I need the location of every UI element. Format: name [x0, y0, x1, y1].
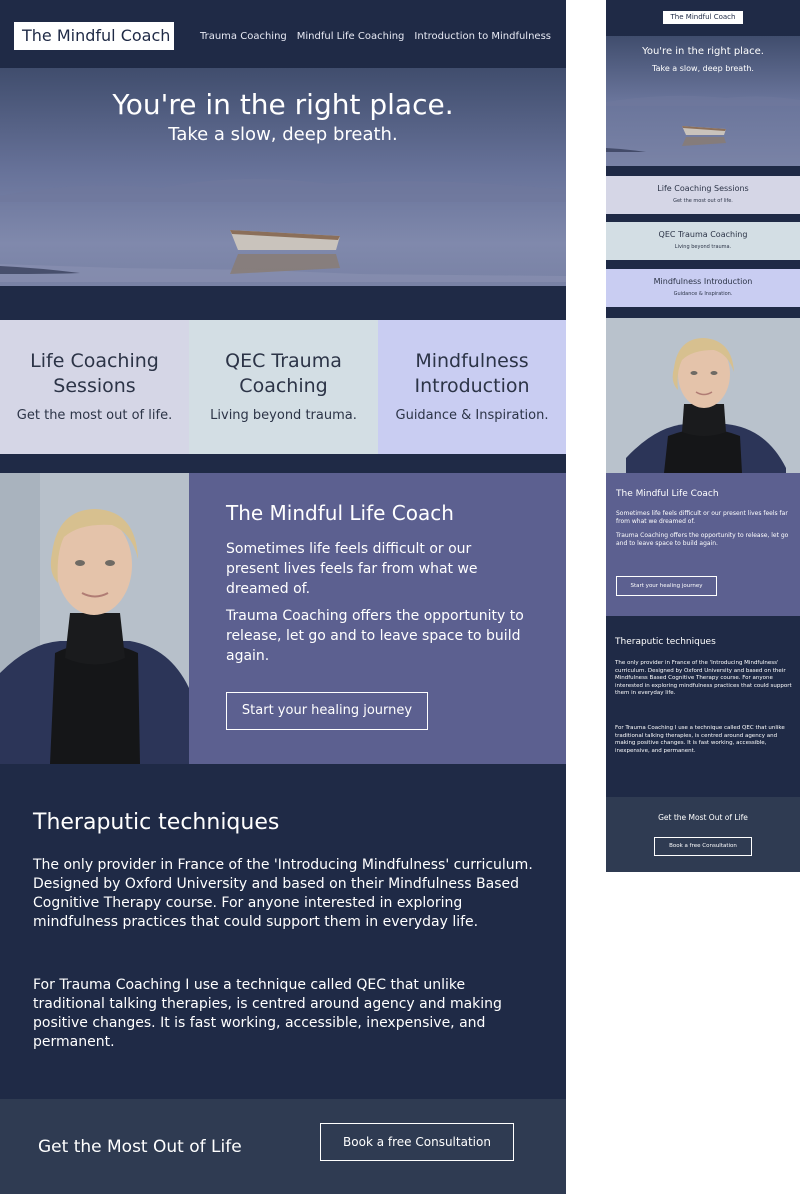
coach-portrait-mobile [606, 318, 800, 473]
service-card-subtitle: Living beyond trauma. [210, 408, 357, 423]
service-card-title: QEC Trauma Coaching [225, 350, 342, 397]
about-text: The Mindful Life Coach Sometimes life fe… [226, 501, 526, 673]
coach-portrait [0, 473, 189, 764]
about-paragraph-1: Sometimes life feels difficult or our pr… [226, 541, 478, 597]
about-paragraph-2: Trauma Coaching offers the opportunity t… [226, 608, 524, 664]
desktop-mockup: The Mindful Coach Trauma Coaching Mindful… [0, 0, 566, 1194]
service-card-qec-trauma[interactable]: QEC Trauma Coaching Living beyond trauma… [189, 320, 378, 454]
nav-links: Trauma Coaching Mindful Life Coaching Intr… [190, 31, 551, 42]
mobile-mockup: The Mindful Coach You're in the right pl… [606, 0, 800, 872]
service-card-mindfulness-mobile[interactable]: Mindfulness Introduction Guidance & Insp… [606, 269, 800, 307]
service-card-title: Mindfulness Introduction [414, 350, 530, 397]
about-heading-mobile: The Mindful Life Coach [616, 489, 719, 499]
service-card-mindfulness[interactable]: Mindfulness Introduction Guidance & Insp… [378, 320, 566, 454]
nav-link-trauma-coaching[interactable]: Trauma Coaching [200, 31, 287, 42]
service-card-subtitle: Get the most out of life. [673, 198, 733, 204]
services-row: Life Coaching Sessions Get the most out … [0, 320, 566, 454]
nav-link-mindful-life-coaching[interactable]: Mindful Life Coaching [297, 31, 405, 42]
cta-heading: Get the Most Out of Life [38, 1137, 242, 1157]
about-section-mobile: The Mindful Life Coach Sometimes life fe… [606, 473, 800, 616]
hero-subtitle-mobile: Take a slow, deep breath. [652, 64, 754, 73]
hero-section-mobile: You're in the right place. Take a slow, … [606, 36, 800, 166]
service-card-title: Life Coaching Sessions [30, 350, 159, 397]
nav-link-introduction-to-mindfulness[interactable]: Introduction to Mindfulness [414, 31, 551, 42]
start-healing-journey-button-mobile[interactable]: Start your healing journey [616, 576, 717, 596]
site-logo[interactable]: The Mindful Coach [14, 22, 174, 50]
techniques-section: Theraputic techniques The only provider … [0, 764, 566, 1099]
service-card-subtitle: Guidance & Inspiration. [395, 408, 549, 423]
about-section: The Mindful Life Coach Sometimes life fe… [0, 473, 566, 764]
hero-section: You're in the right place. Take a slow, … [0, 68, 566, 302]
techniques-paragraph-1: The only provider in France of the 'Intr… [33, 857, 533, 930]
service-card-life-coaching-mobile[interactable]: Life Coaching Sessions Get the most out … [606, 176, 800, 214]
techniques-paragraph-1-mobile: The only provider in France of the 'Intr… [615, 660, 792, 696]
book-consultation-button[interactable]: Book a free Consultation [320, 1123, 514, 1161]
techniques-section-mobile: Theraputic techniques The only provider … [606, 616, 800, 797]
techniques-heading-mobile: Theraputic techniques [615, 637, 716, 647]
top-navigation: The Mindful Coach Trauma Coaching Mindful… [0, 0, 566, 68]
hero-subtitle: Take a slow, deep breath. [168, 124, 398, 145]
techniques-paragraph-2-mobile: For Trauma Coaching I use a technique ca… [615, 725, 785, 754]
service-card-subtitle: Guidance & Inspiration. [673, 291, 733, 297]
about-paragraph-2-mobile: Trauma Coaching offers the opportunity t… [616, 532, 789, 547]
techniques-paragraph-2: For Trauma Coaching I use a technique ca… [33, 977, 502, 1050]
service-card-title: Life Coaching Sessions [657, 184, 749, 193]
book-consultation-button-mobile[interactable]: Book a free Consultation [654, 837, 752, 856]
service-card-subtitle: Get the most out of life. [16, 408, 173, 423]
service-card-life-coaching[interactable]: Life Coaching Sessions Get the most out … [0, 320, 189, 454]
service-card-title: QEC Trauma Coaching [658, 230, 748, 239]
cta-heading-mobile: Get the Most Out of Life [658, 813, 748, 822]
service-card-subtitle: Living beyond trauma. [674, 244, 732, 250]
techniques-heading: Theraputic techniques [33, 810, 280, 835]
cta-section: Get the Most Out of Life Book a free Con… [0, 1099, 566, 1194]
hero-title-mobile: You're in the right place. [642, 46, 764, 57]
site-logo-mobile[interactable]: The Mindful Coach [663, 11, 743, 24]
about-heading: The Mindful Life Coach [226, 501, 454, 525]
hero-title: You're in the right place. [112, 88, 454, 121]
service-card-qec-trauma-mobile[interactable]: QEC Trauma Coaching Living beyond trauma… [606, 222, 800, 260]
cta-section-mobile: Get the Most Out of Life Book a free Con… [606, 797, 800, 872]
about-paragraph-1-mobile: Sometimes life feels difficult or our pr… [616, 510, 788, 525]
service-card-title: Mindfulness Introduction [653, 277, 753, 286]
start-healing-journey-button[interactable]: Start your healing journey [226, 692, 428, 730]
